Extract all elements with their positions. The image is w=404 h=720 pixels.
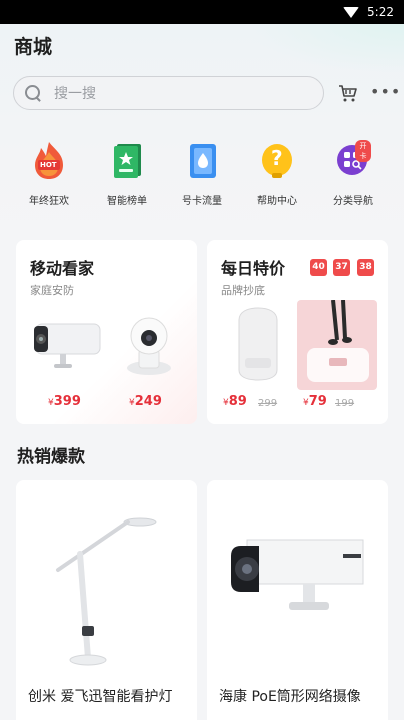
old-price-1: 299 bbox=[258, 398, 278, 409]
product-card-1[interactable]: 创米 爱飞迅智能看护灯 bbox=[16, 480, 197, 720]
card-title: 移动看家 bbox=[30, 259, 95, 278]
card-subtitle: 品牌抄底 bbox=[221, 284, 265, 297]
hot-icon: HOT bbox=[31, 140, 67, 180]
price-1: ¥89 bbox=[223, 394, 247, 409]
lamp-speaker-image bbox=[238, 307, 278, 381]
sim-card-icon bbox=[184, 140, 220, 180]
status-time: 5:22 bbox=[367, 5, 394, 19]
product-name: 创米 爱飞迅智能看护灯 bbox=[28, 689, 173, 705]
desk-lamp-image bbox=[56, 517, 157, 666]
search-icon bbox=[24, 84, 42, 102]
countdown-hours: 40 bbox=[310, 259, 327, 276]
category-item-ranking[interactable]: 智能榜单 bbox=[92, 140, 162, 207]
status-bar: 5:22 bbox=[0, 0, 404, 24]
search-input[interactable]: 搜一搜 bbox=[13, 76, 324, 110]
countdown-seconds: 38 bbox=[357, 259, 374, 276]
card-subtitle: 家庭安防 bbox=[30, 284, 74, 297]
category-label: 号卡流量 bbox=[182, 196, 222, 207]
category-item-help[interactable]: ? 帮助中心 bbox=[242, 140, 312, 207]
bullet-camera-image bbox=[34, 323, 101, 368]
category-label: 帮助中心 bbox=[257, 196, 297, 207]
product-card-2[interactable]: 海康 PoE筒形网络摄像 bbox=[207, 480, 388, 720]
help-icon: ? bbox=[259, 140, 295, 180]
page-title: 商城 bbox=[14, 36, 53, 58]
more-icon[interactable]: ••• bbox=[370, 82, 401, 101]
promo-card-daily-deals[interactable]: 每日特价 品牌抄底 40 37 38 ¥89 299 ¥79 199 bbox=[207, 240, 388, 424]
search-placeholder: 搜一搜 bbox=[54, 86, 96, 102]
category-item-year-end[interactable]: HOT 年终狂欢 bbox=[14, 140, 84, 207]
category-label: 智能榜单 bbox=[107, 196, 147, 207]
hot-badge-text: HOT bbox=[40, 161, 57, 169]
category-item-sim-card[interactable]: 号卡流量 bbox=[167, 140, 237, 207]
category-label: 分类导航 bbox=[333, 196, 373, 207]
wifi-icon bbox=[343, 6, 360, 18]
product-name: 海康 PoE筒形网络摄像 bbox=[219, 689, 361, 705]
category-label: 年终狂欢 bbox=[29, 196, 69, 207]
old-price-2: 199 bbox=[335, 398, 355, 409]
price-2: ¥249 bbox=[129, 394, 162, 409]
dome-camera-image bbox=[127, 317, 171, 375]
bullet-camera-image bbox=[231, 539, 364, 610]
ranking-book-icon bbox=[109, 140, 145, 180]
countdown-minutes: 37 bbox=[333, 259, 350, 276]
cart-icon[interactable] bbox=[338, 83, 358, 103]
section-title-hot: 热销爆款 bbox=[17, 447, 85, 467]
scale-image bbox=[297, 299, 377, 390]
header-background bbox=[0, 24, 404, 244]
nav-badge: 开卡 bbox=[355, 140, 371, 162]
help-symbol: ? bbox=[271, 146, 283, 170]
category-nav-icon: 开卡 bbox=[335, 140, 371, 180]
category-item-nav[interactable]: 开卡 分类导航 bbox=[318, 140, 388, 207]
price-1: ¥399 bbox=[48, 394, 81, 409]
price-2: ¥79 bbox=[303, 394, 327, 409]
card-title: 每日特价 bbox=[221, 259, 286, 278]
promo-card-home-security[interactable]: 移动看家 家庭安防 ¥399 ¥249 bbox=[16, 240, 197, 424]
